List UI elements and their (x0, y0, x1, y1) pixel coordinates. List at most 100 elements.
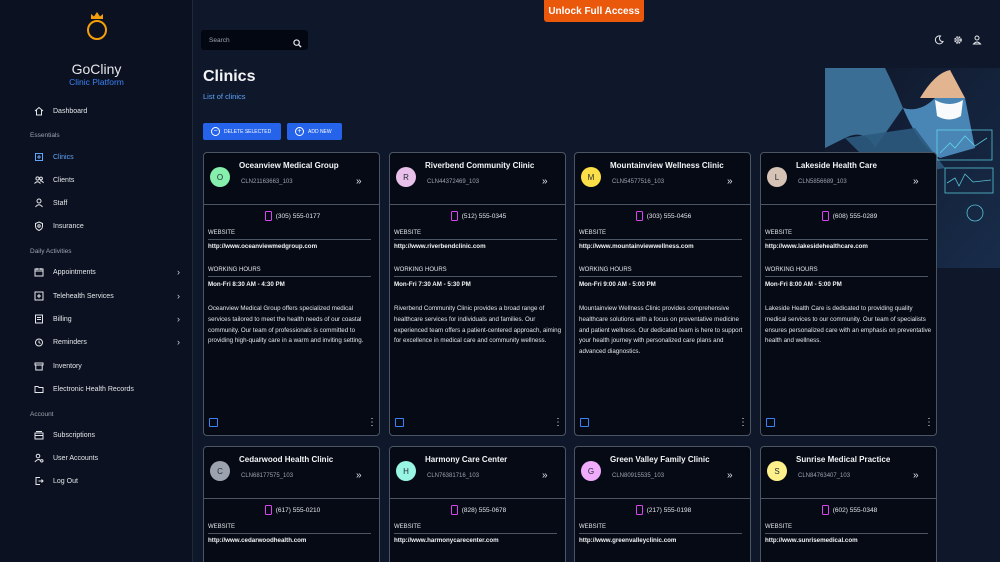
clinic-name: Green Valley Family Clinic (610, 455, 710, 464)
sidebar-item-dashboard[interactable]: Dashboard (0, 101, 193, 121)
double-chevron-right-icon[interactable]: » (913, 470, 919, 481)
divider (394, 533, 557, 534)
clinic-card[interactable]: L Lakeside Health Care CLN5856689_103 » (608… (760, 152, 937, 436)
clinic-website[interactable]: http://www.greenvalleyclinic.com (579, 537, 676, 544)
clinic-card[interactable]: O Oceanview Medical Group CLN21163663_103 »… (203, 152, 380, 436)
divider (579, 239, 742, 240)
double-chevron-right-icon[interactable]: » (727, 176, 733, 187)
clinic-phone: (512) 555-0345 (390, 211, 565, 221)
moon-icon[interactable] (933, 34, 945, 46)
sidebar-item-label: Clients (53, 176, 75, 184)
double-chevron-right-icon[interactable]: » (727, 470, 733, 481)
clinic-phone-number: (828) 555-0678 (461, 506, 507, 514)
phone-icon (635, 211, 643, 221)
search-input[interactable] (201, 30, 291, 50)
minus-circle-icon: − (211, 127, 220, 136)
sidebar-item-label: Billing (53, 315, 72, 323)
double-chevron-right-icon[interactable]: » (913, 176, 919, 187)
divider (765, 276, 928, 277)
divider (579, 533, 742, 534)
divider (765, 239, 928, 240)
gear-icon[interactable] (952, 34, 964, 46)
clock-icon (33, 336, 45, 348)
sidebar-item-clinics[interactable]: Clinics (0, 147, 193, 167)
clinic-website[interactable]: http://www.oceanviewmedgroup.com (208, 243, 317, 250)
more-vertical-icon[interactable]: ⋮ (924, 418, 934, 428)
clinic-phone: (303) 555-0456 (575, 211, 750, 221)
select-checkbox[interactable] (395, 418, 404, 427)
more-vertical-icon[interactable]: ⋮ (738, 418, 748, 428)
main-content: Unlock Full Access Clinics List of clini… (193, 0, 1000, 562)
clinic-card-header: O Oceanview Medical Group CLN21163663_103 » (204, 153, 379, 205)
sidebar-item-label: Reminders (53, 338, 87, 346)
working-hours-label: WORKING HOURS (394, 267, 447, 273)
select-checkbox[interactable] (209, 418, 218, 427)
section-daily-activities: Daily Activities (30, 248, 72, 255)
add-new-label: ADD NEW (308, 128, 332, 135)
sidebar-item-appointments[interactable]: Appointments › (0, 262, 193, 282)
user-icon[interactable] (971, 34, 983, 46)
users-icon (33, 174, 45, 186)
clinic-card[interactable]: H Harmony Care Center CLN76381716_103 » (828… (389, 446, 566, 562)
phone-icon (450, 211, 458, 221)
working-hours-label: WORKING HOURS (579, 267, 632, 273)
clinic-card-header: L Lakeside Health Care CLN5856689_103 » (761, 153, 936, 205)
sidebar-item-ehr[interactable]: Electronic Health Records (0, 379, 193, 399)
sidebar-item-log-out[interactable]: Log Out (0, 471, 193, 491)
clinic-card-header: M Mountainview Wellness Clinic CLN54577516… (575, 153, 750, 205)
clinic-card[interactable]: R Riverbend Community Clinic CLN44372469_1… (389, 152, 566, 436)
clinic-website[interactable]: http://www.lakesidehealthcare.com (765, 243, 868, 250)
more-vertical-icon[interactable]: ⋮ (367, 418, 377, 428)
double-chevron-right-icon[interactable]: » (542, 176, 548, 187)
add-new-button[interactable]: + ADD NEW (287, 123, 342, 140)
sidebar-item-billing[interactable]: Billing › (0, 309, 193, 329)
sidebar-item-label: Clinics (53, 153, 74, 161)
sidebar-item-clients[interactable]: Clients (0, 170, 193, 190)
phone-icon (450, 505, 458, 515)
clinic-name: Riverbend Community Clinic (425, 161, 535, 170)
double-chevron-right-icon[interactable]: » (356, 176, 362, 187)
clinic-website[interactable]: http://www.sunrisemedical.com (765, 537, 858, 544)
sidebar-item-telehealth[interactable]: Telehealth Services › (0, 286, 193, 306)
clinic-website[interactable]: http://www.harmonycarecenter.com (394, 537, 499, 544)
clinic-id: CLN80915535_103 (612, 473, 665, 479)
folder-icon (33, 383, 45, 395)
clinic-id: CLN5856689_103 (798, 179, 847, 185)
clinic-id: CLN21163663_103 (241, 179, 293, 185)
sidebar-item-inventory[interactable]: Inventory (0, 356, 193, 376)
clinic-avatar: R (396, 167, 416, 187)
sidebar-item-subscriptions[interactable]: Subscriptions (0, 425, 193, 445)
working-hours-label: WORKING HOURS (765, 267, 818, 273)
double-chevron-right-icon[interactable]: » (542, 470, 548, 481)
clinic-website[interactable]: http://www.riverbendclinic.com (394, 243, 486, 250)
unlock-full-access-button[interactable]: Unlock Full Access (544, 0, 644, 22)
select-checkbox[interactable] (580, 418, 589, 427)
clinic-description: Oceanview Medical Group offers specializ… (208, 305, 364, 345)
clinic-card[interactable]: M Mountainview Wellness Clinic CLN54577516… (574, 152, 751, 436)
clinic-phone-number: (305) 555-0177 (275, 212, 321, 220)
clinic-card[interactable]: G Green Valley Family Clinic CLN80915535_1… (574, 446, 751, 562)
website-label: WEBSITE (765, 230, 793, 236)
ring-logo-icon (87, 12, 107, 40)
sidebar-item-label: Staff (53, 199, 68, 207)
sidebar-item-label: Dashboard (53, 107, 88, 115)
search-icon[interactable] (293, 35, 302, 53)
delete-selected-label: DELETE SELECTED (224, 128, 272, 135)
double-chevron-right-icon[interactable]: » (356, 470, 362, 481)
clinic-website[interactable]: http://www.cedarwoodhealth.com (208, 537, 306, 544)
select-checkbox[interactable] (766, 418, 775, 427)
clinic-hours: Mon-Fri 9:00 AM - 5:00 PM (579, 281, 656, 288)
website-label: WEBSITE (208, 524, 236, 530)
clinic-card[interactable]: C Cedarwood Health Clinic CLN68177575_103 »… (203, 446, 380, 562)
sidebar-item-reminders[interactable]: Reminders › (0, 332, 193, 352)
clinic-card[interactable]: S Sunrise Medical Practice CLN84763407_103… (760, 446, 937, 562)
clinic-website[interactable]: http://www.mountainviewwellness.com (579, 243, 694, 250)
sidebar-item-label: Appointments (53, 268, 96, 276)
clinic-hours: Mon-Fri 8:30 AM - 4:30 PM (208, 281, 285, 288)
more-vertical-icon[interactable]: ⋮ (553, 418, 563, 428)
clinic-avatar: H (396, 461, 416, 481)
delete-selected-button[interactable]: − DELETE SELECTED (203, 123, 281, 140)
sidebar-item-user-accounts[interactable]: User Accounts (0, 448, 193, 468)
sidebar-item-insurance[interactable]: Insurance (0, 216, 193, 236)
sidebar-item-staff[interactable]: Staff (0, 193, 193, 213)
